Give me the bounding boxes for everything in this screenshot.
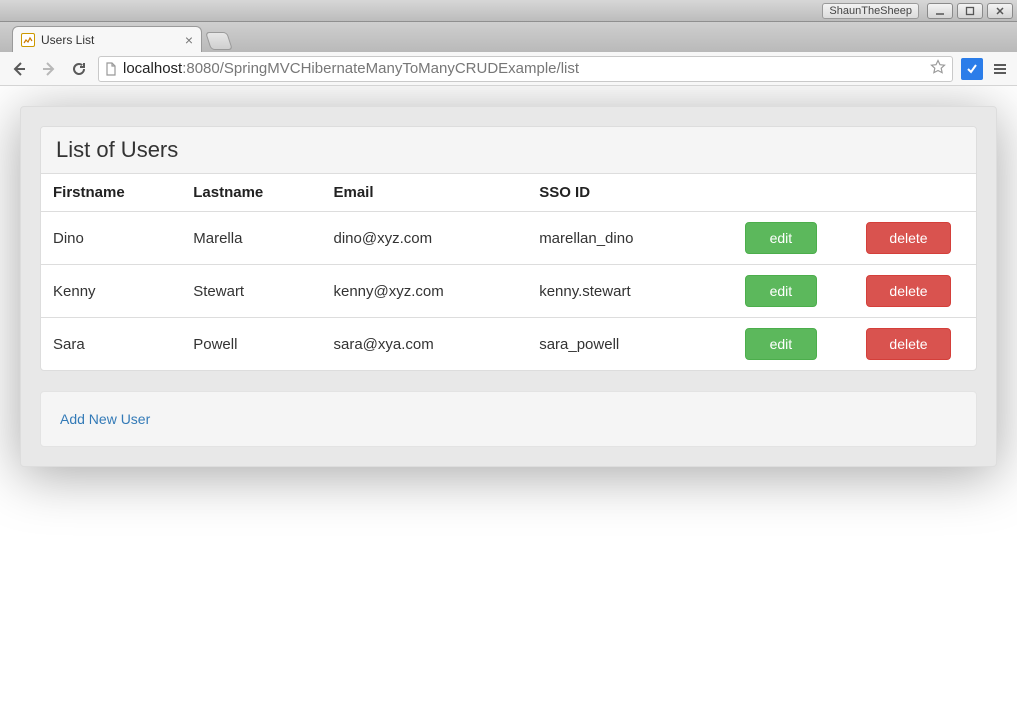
delete-button[interactable]: delete [866, 222, 950, 254]
col-edit [733, 174, 855, 212]
os-titlebar: ShaunTheSheep [0, 0, 1017, 22]
browser-toolbar: localhost:8080/SpringMVCHibernateManyToM… [0, 52, 1017, 86]
col-delete [854, 174, 976, 212]
back-button[interactable] [8, 58, 30, 80]
cell-lastname: Stewart [181, 265, 321, 318]
browser-tab-active[interactable]: Users List × [12, 26, 202, 52]
page-viewport[interactable]: List of Users Firstname Lastname Email S… [0, 86, 1017, 725]
cell-lastname: Powell [181, 318, 321, 371]
url-host: localhost [123, 60, 182, 77]
delete-button[interactable]: delete [866, 275, 950, 307]
col-lastname: Lastname [181, 174, 321, 212]
cell-firstname: Sara [41, 318, 181, 371]
cell-email: sara@xya.com [322, 318, 528, 371]
users-table: Firstname Lastname Email SSO ID Dino Mar… [41, 174, 976, 370]
window-maximize-button[interactable] [957, 3, 983, 19]
url-text: localhost:8080/SpringMVCHibernateManyToM… [123, 60, 924, 77]
add-new-user-link[interactable]: Add New User [60, 411, 150, 427]
os-user-badge: ShaunTheSheep [822, 3, 919, 19]
browser-menu-button[interactable] [991, 60, 1009, 78]
table-row: Kenny Stewart kenny@xyz.com kenny.stewar… [41, 265, 976, 318]
table-header-row: Firstname Lastname Email SSO ID [41, 174, 976, 212]
col-sso: SSO ID [527, 174, 733, 212]
bookmark-star-icon[interactable] [930, 59, 946, 78]
new-tab-button[interactable] [205, 32, 233, 50]
url-rest: :8080/SpringMVCHibernateManyToManyCRUDEx… [182, 60, 579, 77]
window-minimize-button[interactable] [927, 3, 953, 19]
panel-heading: List of Users [41, 127, 976, 174]
cell-email: dino@xyz.com [322, 212, 528, 265]
tab-close-icon[interactable]: × [185, 33, 193, 47]
table-row: Dino Marella dino@xyz.com marellan_dino … [41, 212, 976, 265]
col-firstname: Firstname [41, 174, 181, 212]
add-user-well: Add New User [40, 391, 977, 447]
cell-firstname: Kenny [41, 265, 181, 318]
users-panel: List of Users Firstname Lastname Email S… [40, 126, 977, 371]
browser-tabstrip: Users List × [0, 22, 1017, 52]
users-table-body: Dino Marella dino@xyz.com marellan_dino … [41, 212, 976, 371]
edit-button[interactable]: edit [745, 275, 817, 307]
cell-sso: marellan_dino [527, 212, 733, 265]
cell-sso: kenny.stewart [527, 265, 733, 318]
cell-firstname: Dino [41, 212, 181, 265]
content-well: List of Users Firstname Lastname Email S… [20, 106, 997, 467]
edit-button[interactable]: edit [745, 222, 817, 254]
cell-sso: sara_powell [527, 318, 733, 371]
favicon-icon [21, 33, 35, 47]
address-bar[interactable]: localhost:8080/SpringMVCHibernateManyToM… [98, 56, 953, 82]
delete-button[interactable]: delete [866, 328, 950, 360]
table-row: Sara Powell sara@xya.com sara_powell edi… [41, 318, 976, 371]
edit-button[interactable]: edit [745, 328, 817, 360]
window-close-button[interactable] [987, 3, 1013, 19]
forward-button [38, 58, 60, 80]
cell-email: kenny@xyz.com [322, 265, 528, 318]
cell-lastname: Marella [181, 212, 321, 265]
extension-button[interactable] [961, 58, 983, 80]
page-icon [105, 62, 117, 76]
col-email: Email [322, 174, 528, 212]
tab-title: Users List [41, 33, 94, 47]
reload-button[interactable] [68, 58, 90, 80]
page-body: List of Users Firstname Lastname Email S… [0, 86, 1017, 487]
